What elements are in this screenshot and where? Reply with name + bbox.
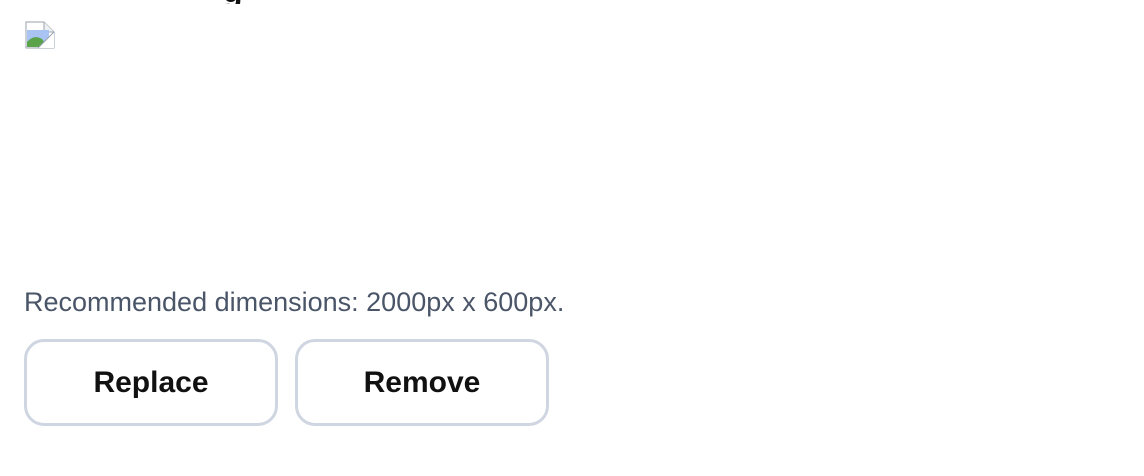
recommended-dimensions-hint: Recommended dimensions: 2000px x 600px. [24,287,565,317]
section-heading-text: g [24,0,243,4]
section-heading: g [24,0,243,4]
remove-button[interactable]: Remove [295,339,549,426]
replace-button[interactable]: Replace [24,339,278,426]
image-setting-panel: g Recommended dimensions: 2000px x 600px… [0,0,1144,476]
broken-image-icon [24,18,56,50]
